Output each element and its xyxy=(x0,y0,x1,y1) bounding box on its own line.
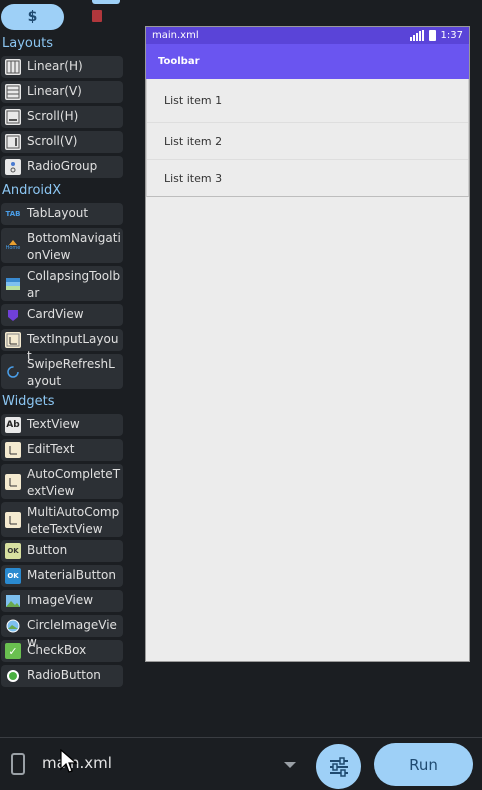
multiautocomplete-icon xyxy=(5,512,21,528)
layout-preview: main.xml 1:37 Toolbar List item 1 List i… xyxy=(145,26,470,662)
palette-item-cardview[interactable]: CardView xyxy=(1,304,123,326)
signal-icon xyxy=(409,30,424,41)
scroll-v-icon xyxy=(5,134,21,150)
palette-item-label: TextView xyxy=(27,417,80,431)
palette-item-label: MultiAutoCompleteTextView xyxy=(27,505,120,536)
edittext-icon xyxy=(5,442,21,458)
bottomnav-icon: Home xyxy=(5,236,21,252)
battery-icon xyxy=(428,30,436,41)
preview-list: List item 1 List item 2 List item 3 xyxy=(146,79,469,197)
phone-icon xyxy=(11,753,25,775)
radiogroup-icon xyxy=(5,159,21,175)
palette-item-checkbox[interactable]: ✓ CheckBox xyxy=(1,640,123,662)
palette-item-label: RadioButton xyxy=(27,668,101,682)
palette-item-imageview[interactable]: ImageView xyxy=(1,590,123,612)
palette-item-radiobutton[interactable]: RadioButton xyxy=(1,665,123,687)
palette-item-label: CardView xyxy=(27,307,84,321)
palette-item-circleimageview[interactable]: CircleImageView xyxy=(1,615,123,649)
palette-item-textinputlayout[interactable]: TextInputLayout xyxy=(1,329,123,363)
tab-indicator xyxy=(92,0,120,4)
mouse-cursor-icon xyxy=(60,749,78,773)
palette-item-label: CheckBox xyxy=(27,643,87,657)
palette-item-label: Button xyxy=(27,543,68,557)
palette-item-swiperefresh[interactable]: SwipeRefreshLayout xyxy=(1,354,123,389)
palette-item-scroll-h[interactable]: Scroll(H) xyxy=(1,106,123,128)
textinputlayout-icon xyxy=(5,332,21,348)
palette-item-label: ImageView xyxy=(27,593,94,607)
toolbar-title: Toolbar xyxy=(158,56,200,67)
category-androidx: AndroidX xyxy=(2,183,62,198)
category-layouts: Layouts xyxy=(2,36,53,51)
palette-item-label: MaterialButton xyxy=(27,568,116,582)
cardview-icon xyxy=(5,307,21,323)
palette-item-textview[interactable]: Ab TextView xyxy=(1,414,123,436)
palette-item-label: Linear(V) xyxy=(27,84,82,98)
imageview-icon xyxy=(5,593,21,609)
chevron-down-icon[interactable] xyxy=(284,762,296,768)
radiobutton-icon xyxy=(5,668,21,684)
palette-item-label: BottomNavigationView xyxy=(27,231,121,262)
tablayout-icon: TAB xyxy=(5,210,21,218)
button-icon: OK xyxy=(5,543,21,559)
run-button[interactable]: Run xyxy=(374,743,473,786)
settings-button[interactable] xyxy=(316,744,361,789)
preview-toolbar[interactable]: Toolbar xyxy=(146,44,469,79)
palette-item-materialbutton[interactable]: OK MaterialButton xyxy=(1,565,123,587)
palette-item-tablayout[interactable]: TAB TabLayout xyxy=(1,203,123,225)
status-bar: main.xml 1:37 xyxy=(146,27,469,44)
palette-item-autocomplete[interactable]: AutoCompleteTextView xyxy=(1,464,123,499)
collapsing-toolbar-icon xyxy=(5,276,21,292)
palette-item-linear-v[interactable]: Linear(V) xyxy=(1,81,123,103)
linear-v-icon xyxy=(5,84,21,100)
palette-item-linear-h[interactable]: Linear(H) xyxy=(1,56,123,78)
circleimageview-icon xyxy=(5,618,21,634)
sliders-icon xyxy=(329,756,348,777)
tab-code[interactable]: $ xyxy=(1,4,64,30)
palette-item-label: Scroll(V) xyxy=(27,134,78,148)
palette-item-button[interactable]: OK Button xyxy=(1,540,123,562)
palette-item-label: Linear(H) xyxy=(27,59,83,73)
palette-item-bottomnav[interactable]: Home BottomNavigationView xyxy=(1,228,123,263)
palette-item-label: CollapsingToolbar xyxy=(27,269,121,300)
autocomplete-icon xyxy=(5,474,21,490)
palette-item-label: TabLayout xyxy=(27,206,89,220)
run-label: Run xyxy=(409,755,438,774)
palette-item-label: SwipeRefreshLayout xyxy=(27,357,115,388)
widget-palette: Layouts Linear(H) Linear(V) Scroll(H) Sc… xyxy=(0,34,126,690)
materialbutton-icon: OK xyxy=(5,568,21,584)
textview-icon: Ab xyxy=(5,417,21,433)
palette-item-label: AutoCompleteTextView xyxy=(27,467,121,498)
swiperefresh-icon xyxy=(5,364,21,380)
bottom-bar: main.xml Run xyxy=(0,737,482,790)
linear-h-icon xyxy=(5,59,21,75)
palette-item-scroll-v[interactable]: Scroll(V) xyxy=(1,131,123,153)
category-widgets: Widgets xyxy=(2,394,55,409)
list-item[interactable]: List item 2 xyxy=(147,122,468,159)
palette-item-multiautocomplete[interactable]: MultiAutoCompleteTextView xyxy=(1,502,123,537)
palette-item-collapsing-toolbar[interactable]: CollapsingToolbar xyxy=(1,266,123,301)
preview-filename: main.xml xyxy=(152,30,199,41)
palette-item-label: Scroll(H) xyxy=(27,109,79,123)
checkbox-icon: ✓ xyxy=(5,643,21,659)
tab-code-label: $ xyxy=(27,9,38,25)
top-tabs: $ xyxy=(0,0,140,34)
palette-item-label: EditText xyxy=(27,442,75,456)
tab-book[interactable] xyxy=(90,9,104,23)
list-item[interactable]: List item 3 xyxy=(147,159,468,196)
list-item[interactable]: List item 1 xyxy=(147,79,468,122)
palette-item-label: RadioGroup xyxy=(27,159,98,173)
book-icon xyxy=(92,10,102,22)
status-time: 1:37 xyxy=(440,30,463,41)
scroll-h-icon xyxy=(5,109,21,125)
palette-item-radiogroup[interactable]: RadioGroup xyxy=(1,156,123,178)
palette-item-edittext[interactable]: EditText xyxy=(1,439,123,461)
